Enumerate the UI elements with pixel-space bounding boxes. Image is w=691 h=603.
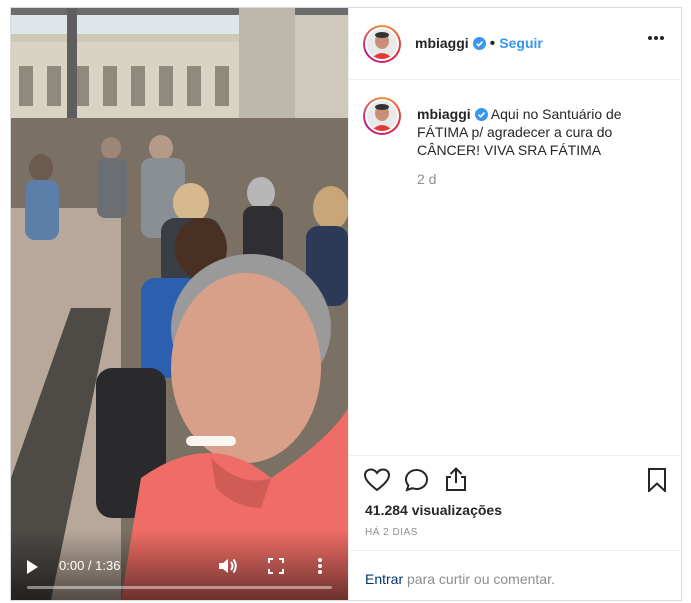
- verified-badge-icon: [474, 108, 488, 121]
- header-username[interactable]: mbiaggi: [415, 35, 469, 51]
- video-time: 0:00 / 1:36: [59, 558, 121, 573]
- post-side-panel: mbiaggi • Seguir mbiaggi Aqui no Santuário…: [348, 8, 681, 600]
- instagram-post: 0:00 / 1:36 mbiaggi • Seguir mbiaggi Aqu…: [10, 7, 682, 601]
- header-user-line: mbiaggi • Seguir: [415, 35, 543, 53]
- login-link[interactable]: Entrar: [365, 571, 403, 587]
- more-options-icon[interactable]: [647, 35, 665, 41]
- post-actions: 41.284 visualizações HÁ 2 DIAS Entrar pa…: [349, 455, 681, 601]
- video-menu-icon[interactable]: [316, 557, 324, 575]
- caption-age[interactable]: 2 d: [417, 171, 436, 187]
- follow-button[interactable]: Seguir: [499, 35, 543, 51]
- share-icon[interactable]: [445, 466, 467, 492]
- play-icon[interactable]: [27, 560, 38, 574]
- avatar[interactable]: [363, 25, 401, 63]
- video-player[interactable]: 0:00 / 1:36: [11, 8, 348, 600]
- verified-badge-icon: [472, 37, 486, 50]
- caption-avatar[interactable]: [363, 97, 401, 135]
- post-header: mbiaggi • Seguir: [349, 8, 681, 80]
- caption-username[interactable]: mbiaggi: [417, 106, 471, 122]
- comments-area: mbiaggi Aqui no Santuário de FÁTIMA p/ a…: [349, 80, 681, 456]
- volume-icon[interactable]: [217, 556, 239, 576]
- post-caption: mbiaggi Aqui no Santuário de FÁTIMA p/ a…: [417, 105, 657, 159]
- video-progress-bar[interactable]: [27, 586, 332, 589]
- separator-dot: •: [489, 35, 496, 52]
- heart-icon[interactable]: [364, 468, 390, 492]
- login-prompt: Entrar para curtir ou comentar.: [349, 550, 681, 601]
- video-frame: [11, 8, 348, 600]
- post-date[interactable]: HÁ 2 DIAS: [365, 527, 418, 538]
- video-controls: 0:00 / 1:36: [11, 530, 348, 600]
- bookmark-icon[interactable]: [647, 468, 667, 492]
- view-count[interactable]: 41.284 visualizações: [365, 502, 502, 518]
- fullscreen-icon[interactable]: [267, 557, 285, 575]
- login-prompt-text: para curtir ou comentar.: [403, 571, 555, 587]
- comment-icon[interactable]: [404, 468, 429, 492]
